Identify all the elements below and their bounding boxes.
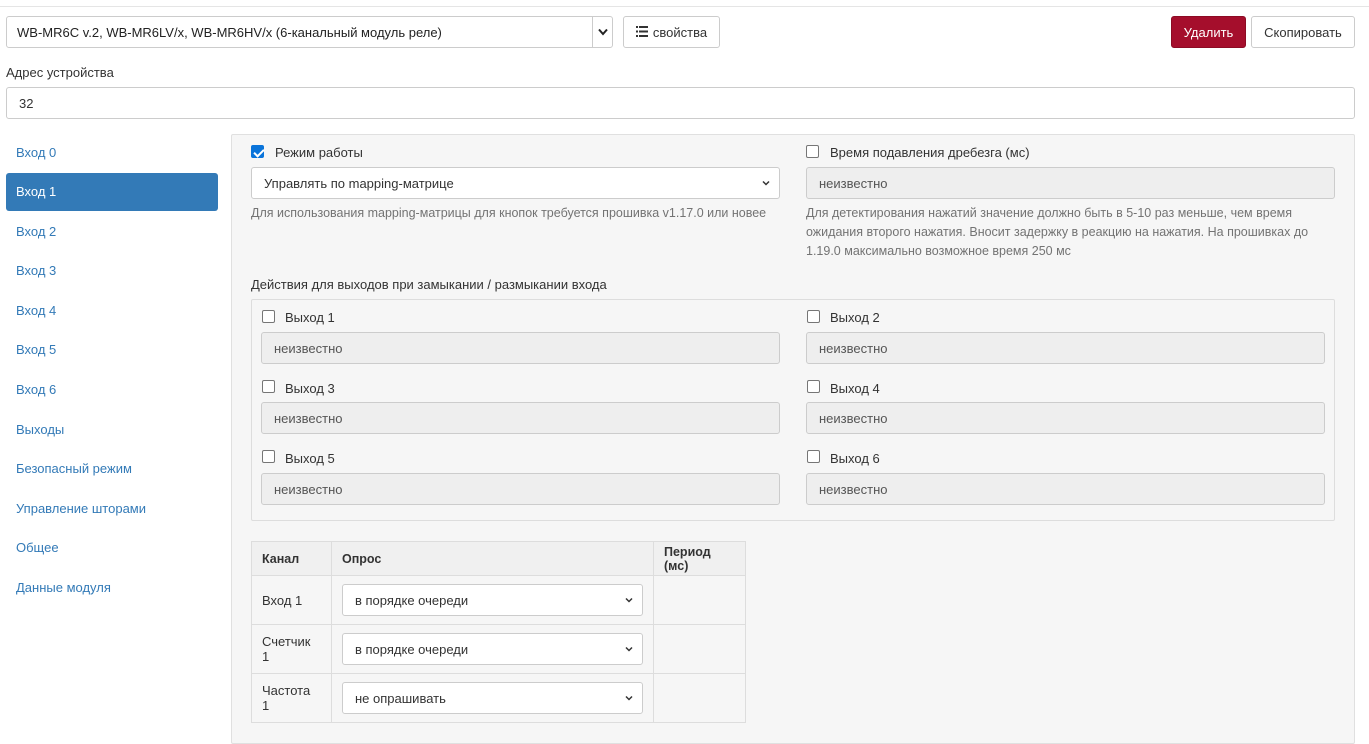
- actions-group: Выход 1 неизвестно Выход 2 неизвестно Вы…: [251, 299, 1335, 521]
- copy-button[interactable]: Скопировать: [1251, 16, 1355, 48]
- poll-select[interactable]: не опрашивать: [342, 682, 643, 714]
- output-2-label: Выход 2: [830, 310, 880, 325]
- chevron-down-icon: [625, 646, 633, 652]
- debounce-input[interactable]: неизвестно: [806, 167, 1335, 199]
- sidebar-nav: Вход 0 Вход 1 Вход 2 Вход 3 Вход 4 Вход …: [6, 133, 218, 608]
- sidebar-item-outputs[interactable]: Выходы: [6, 410, 218, 448]
- output-4-input[interactable]: неизвестно: [806, 402, 1325, 434]
- channel-name: Частота 1: [251, 673, 332, 723]
- poll-cell: в порядке очереди: [331, 575, 654, 625]
- output-3-input[interactable]: неизвестно: [261, 402, 780, 434]
- poll-select-value: в порядке очереди: [355, 592, 469, 608]
- column-header-poll: Опрос: [331, 541, 654, 576]
- output-6-checkbox[interactable]: [807, 450, 820, 463]
- output-3-checkbox[interactable]: [262, 380, 275, 393]
- sidebar-item-input-2[interactable]: Вход 2: [6, 212, 218, 250]
- top-divider: [0, 6, 1369, 7]
- output-6-label: Выход 6: [830, 451, 880, 466]
- output-2-checkbox[interactable]: [807, 310, 820, 323]
- output-3-label: Выход 3: [285, 381, 335, 396]
- output-1-label: Выход 1: [285, 310, 335, 325]
- chevron-down-icon: [592, 17, 612, 47]
- mode-label: Режим работы: [275, 145, 363, 160]
- poll-select-value: в порядке очереди: [355, 641, 469, 657]
- sidebar-item-input-5[interactable]: Вход 5: [6, 331, 218, 369]
- debounce-label: Время подавления дребезга (мс): [830, 145, 1030, 160]
- output-4-label: Выход 4: [830, 381, 880, 396]
- settings-panel: Режим работы Управлять по mapping-матриц…: [231, 134, 1355, 744]
- period-cell[interactable]: [653, 673, 746, 723]
- mode-help-text: Для использования mapping-матрицы для кн…: [251, 206, 767, 220]
- poll-select-value: не опрашивать: [355, 690, 446, 706]
- device-type-select[interactable]: WB-MR6C v.2, WB-MR6LV/x, WB-MR6HV/x (6-к…: [6, 16, 613, 48]
- sidebar-item-curtains[interactable]: Управление шторами: [6, 489, 218, 527]
- address-input[interactable]: 32: [6, 87, 1355, 119]
- table-header-row: Канал Опрос Период (мс): [251, 541, 746, 576]
- column-header-period: Период (мс): [653, 541, 746, 576]
- output-1-input[interactable]: неизвестно: [261, 332, 780, 364]
- properties-button-label: свойства: [652, 24, 708, 40]
- sidebar-item-input-1[interactable]: Вход 1: [6, 172, 218, 211]
- output-4-checkbox[interactable]: [807, 380, 820, 393]
- sidebar-item-general[interactable]: Общее: [6, 529, 218, 567]
- poll-cell: не опрашивать: [331, 673, 654, 723]
- channels-table: Канал Опрос Период (мс) Вход 1 в порядке…: [251, 541, 746, 723]
- poll-select[interactable]: в порядке очереди: [342, 633, 643, 665]
- sidebar-item-input-4[interactable]: Вход 4: [6, 291, 218, 329]
- output-6-input[interactable]: неизвестно: [806, 473, 1325, 505]
- channel-name: Вход 1: [251, 575, 332, 625]
- mode-checkbox[interactable]: [251, 145, 264, 158]
- output-2-input[interactable]: неизвестно: [806, 332, 1325, 364]
- mode-select-value: Управлять по mapping-матрице: [264, 175, 454, 191]
- sidebar-item-module-data[interactable]: Данные модуля: [6, 569, 218, 607]
- device-type-value: WB-MR6C v.2, WB-MR6LV/x, WB-MR6HV/x (6-к…: [17, 24, 442, 40]
- mode-select[interactable]: Управлять по mapping-матрице: [251, 167, 780, 199]
- sidebar-item-input-3[interactable]: Вход 3: [6, 252, 218, 290]
- period-cell[interactable]: [653, 575, 746, 625]
- table-row: Счетчик 1 в порядке очереди: [251, 624, 746, 674]
- actions-title: Действия для выходов при замыкании / раз…: [251, 277, 607, 292]
- address-label: Адрес устройства: [6, 65, 114, 80]
- channel-name: Счетчик 1: [251, 624, 332, 674]
- sidebar-item-input-0[interactable]: Вход 0: [6, 133, 218, 171]
- chevron-down-icon: [625, 695, 633, 701]
- table-row: Вход 1 в порядке очереди: [251, 575, 746, 625]
- list-icon: [635, 25, 648, 40]
- chevron-down-icon: [762, 180, 770, 186]
- period-cell[interactable]: [653, 624, 746, 674]
- output-5-label: Выход 5: [285, 451, 335, 466]
- output-5-checkbox[interactable]: [262, 450, 275, 463]
- output-5-input[interactable]: неизвестно: [261, 473, 780, 505]
- chevron-down-icon: [625, 597, 633, 603]
- sidebar-item-safe-mode[interactable]: Безопасный режим: [6, 450, 218, 488]
- poll-select[interactable]: в порядке очереди: [342, 584, 643, 616]
- properties-button[interactable]: свойства: [623, 16, 720, 48]
- poll-cell: в порядке очереди: [331, 624, 654, 674]
- debounce-checkbox[interactable]: [806, 145, 819, 158]
- debounce-help-text: Для детектирования нажатий значение долж…: [806, 206, 1309, 258]
- output-1-checkbox[interactable]: [262, 310, 275, 323]
- table-row: Частота 1 не опрашивать: [251, 673, 746, 723]
- delete-button[interactable]: Удалить: [1171, 16, 1246, 48]
- column-header-channel: Канал: [251, 541, 332, 576]
- sidebar-item-input-6[interactable]: Вход 6: [6, 371, 218, 409]
